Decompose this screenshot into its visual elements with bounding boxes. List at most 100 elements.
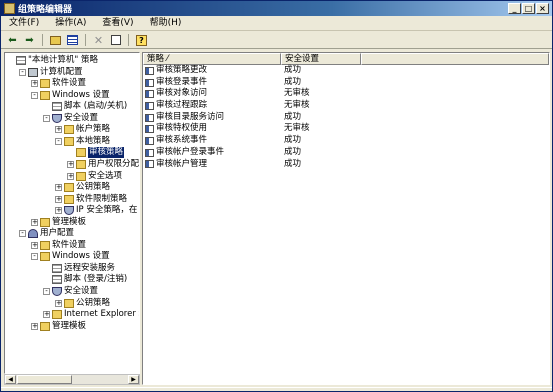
help-button[interactable]: ? [134, 33, 149, 47]
policy-row[interactable]: 审核对象访问 无审核 [143, 88, 549, 100]
tree-node-label: Windows 设置 [52, 89, 110, 100]
policy-row[interactable]: 审核策略更改 成功 [143, 65, 549, 77]
tree-node[interactable]: - Windows 设置 [31, 251, 110, 262]
menu-file[interactable]: 文件(F) [1, 16, 47, 30]
tree-node[interactable]: + 软件设置 [31, 240, 86, 251]
scroll-thumb[interactable] [17, 375, 72, 384]
tree-node[interactable]: + 用户权限分配 [67, 159, 139, 170]
scroll-left-icon[interactable]: ◀ [5, 375, 16, 384]
policy-icon [16, 56, 26, 65]
up-folder-button[interactable] [48, 33, 63, 47]
policy-row[interactable]: 审核帐户登录事件 成功 [143, 147, 549, 159]
collapse-icon[interactable]: - [31, 253, 38, 261]
minimize-button[interactable]: _ [508, 3, 521, 14]
collapse-icon[interactable]: - [43, 288, 50, 295]
delete-icon[interactable]: ✕ [91, 33, 106, 47]
folder-icon [40, 90, 50, 100]
toolbar-separator [42, 34, 43, 46]
menu-view[interactable]: 查看(V) [94, 16, 141, 30]
properties-button[interactable] [108, 33, 123, 47]
policy-row[interactable]: 审核特权使用 无审核 [143, 123, 549, 135]
collapse-icon[interactable]: - [55, 137, 62, 145]
back-arrow-icon[interactable]: ⬅ [5, 33, 20, 47]
tree-node[interactable]: - 计算机配置 [19, 67, 83, 78]
folder-icon [40, 79, 50, 89]
tree-node[interactable]: + 公钥策略 [55, 298, 110, 309]
tree-node-label: 软件限制策略 [76, 193, 128, 204]
expand-icon[interactable]: + [31, 218, 38, 226]
collapse-icon[interactable]: - [43, 114, 50, 122]
menu-action[interactable]: 操作(A) [47, 16, 94, 30]
policy-setting-icon [145, 66, 154, 75]
tree-node-label: IP 安全策略，在 [76, 205, 138, 216]
tree-node[interactable]: + 帐户策略 [55, 124, 110, 135]
tree-node[interactable]: + 软件限制策略 [55, 194, 127, 205]
tree-node[interactable]: + 管理模板 [31, 217, 86, 228]
policy-icon [52, 102, 62, 112]
tree-node[interactable]: + IP 安全策略，在 [55, 205, 137, 216]
tree-node[interactable]: + 安全选项 [67, 171, 122, 182]
collapse-icon[interactable]: - [19, 230, 26, 238]
policy-row[interactable]: 审核目录服务访问 成功 [143, 112, 549, 124]
column-header-policy[interactable]: 策略 ⁄ [143, 53, 281, 65]
policy-row[interactable]: 审核帐户管理 成功 [143, 159, 549, 171]
expand-icon[interactable]: + [55, 207, 62, 215]
collapse-icon[interactable]: - [19, 68, 26, 76]
policy-cell: 审核特权使用 [143, 123, 281, 135]
scroll-right-icon[interactable]: ▶ [128, 375, 139, 384]
tree-node-label: 用户配置 [40, 228, 75, 239]
tree-node[interactable]: - Windows 设置 [31, 90, 110, 101]
gpedit-window: 组策略编辑器 _ □ × 文件(F) 操作(A) 查看(V) 帮助(H) ⬅ ➡… [0, 0, 553, 392]
expand-icon[interactable]: + [31, 322, 38, 330]
expand-icon[interactable]: + [55, 126, 62, 134]
scroll-track[interactable] [16, 375, 128, 384]
collapse-icon[interactable]: - [31, 91, 38, 99]
tree-node[interactable]: - 安全设置 [43, 286, 98, 297]
policy-setting-icon [145, 125, 154, 134]
tree-node[interactable]: - 本地策略 [55, 136, 110, 147]
expand-icon[interactable]: + [31, 80, 38, 88]
expand-icon[interactable]: + [55, 184, 62, 192]
expand-icon[interactable]: + [31, 241, 38, 249]
window-title: 组策略编辑器 [18, 5, 73, 15]
menu-help[interactable]: 帮助(H) [142, 16, 190, 30]
policy-row[interactable]: 审核登录事件 成功 [143, 77, 549, 89]
title-bar[interactable]: 组策略编辑器 _ □ × [1, 1, 552, 16]
expand-icon[interactable]: + [67, 160, 74, 168]
tree-node[interactable]: + 管理模板 [31, 321, 86, 332]
forward-arrow-icon[interactable]: ➡ [22, 33, 37, 47]
tree-node[interactable]: 审核策略 [67, 147, 125, 159]
security-setting-value: 成功 [284, 111, 302, 122]
policy-list: 审核策略更改 成功 审核登录事件 成功 审核对象访问 无审核 审核过程跟踪 无审核 审核目录服务… [143, 65, 549, 170]
tree-node[interactable]: - 用户配置 [19, 228, 74, 239]
folder-icon [76, 148, 86, 158]
tree-node[interactable]: 脚本 (启动/关机) [43, 101, 127, 112]
security-setting-value: 无审核 [284, 123, 310, 134]
policy-row[interactable]: 审核过程跟踪 无审核 [143, 100, 549, 112]
tree-node[interactable]: "本地计算机" 策略 [7, 55, 98, 66]
tree-node[interactable]: 远程安装服务 [43, 263, 115, 274]
expand-icon[interactable]: + [55, 299, 62, 307]
policy-name: 审核登录事件 [156, 76, 208, 87]
tree-node[interactable]: 脚本 (登录/注销) [43, 274, 127, 285]
tree-node[interactable]: + 公钥策略 [55, 182, 110, 193]
tree-node[interactable]: + 软件设置 [31, 78, 86, 89]
maximize-button[interactable]: □ [522, 3, 535, 14]
policy-name: 审核对象访问 [156, 88, 208, 99]
tree-node[interactable]: + Internet Explorer 维 [43, 309, 139, 320]
expand-icon[interactable]: + [55, 195, 62, 203]
show-hide-tree-button[interactable] [65, 33, 80, 47]
tree-node[interactable]: - 安全设置 [43, 113, 98, 124]
column-header-setting[interactable]: 安全设置 [281, 53, 361, 65]
tree-horizontal-scrollbar[interactable]: ◀ ▶ [4, 374, 140, 385]
policy-setting-icon [145, 136, 154, 145]
close-button[interactable]: × [536, 3, 549, 14]
policy-name: 审核策略更改 [156, 65, 208, 75]
tree-node-label: 管理模板 [52, 320, 87, 331]
tree-node-label: 用户权限分配 [88, 158, 140, 169]
expand-icon[interactable]: + [67, 172, 74, 180]
security-setting-value: 成功 [284, 76, 302, 87]
policy-row[interactable]: 审核系统事件 成功 [143, 135, 549, 147]
console-tree[interactable]: "本地计算机" 策略 - 计算机配置 + 软件设置 - Windows 设置 脚本 (启动/关… [4, 52, 140, 374]
expand-icon[interactable]: + [43, 311, 50, 319]
